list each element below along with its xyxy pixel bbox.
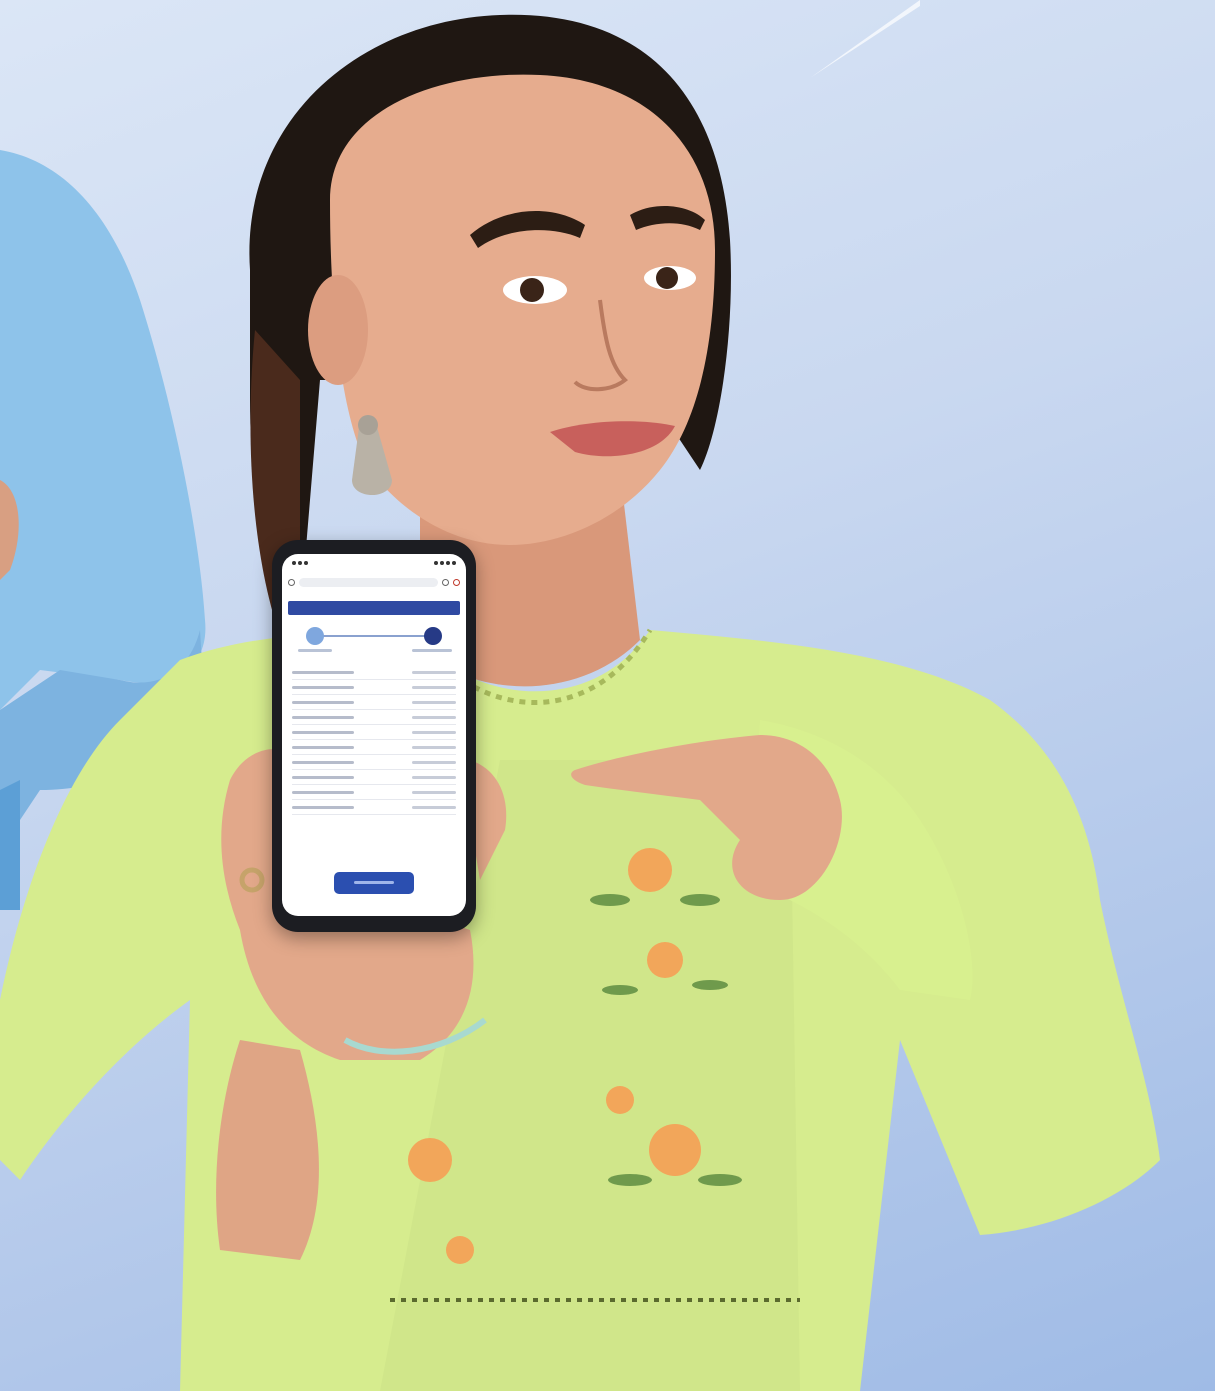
list-item [292,665,456,680]
signal-icon [292,561,308,565]
step-two-label [412,649,452,652]
list-item [292,710,456,725]
list-item [292,800,456,815]
step-one-icon [306,627,324,645]
phone-status-bar [282,554,466,570]
step-connector [316,635,432,637]
app-header-bar [288,601,460,615]
share-icon [442,579,449,586]
woman-figure [0,14,1160,1391]
phone-action-button [334,872,414,894]
smartphone [272,540,476,932]
progress-steps [296,621,452,661]
list-item [292,755,456,770]
list-item [292,740,456,755]
list-item [292,725,456,740]
phone-screen [282,554,466,916]
back-icon [288,579,295,586]
details-list [292,665,456,815]
url-field [299,578,438,587]
list-item [292,785,456,800]
menu-icon [453,579,460,586]
list-item [292,680,456,695]
scene [0,0,1215,1391]
list-item [292,770,456,785]
browser-url-bar [288,576,460,589]
step-two-icon [424,627,442,645]
step-one-label [298,649,332,652]
battery-icon [434,561,456,565]
list-item [292,695,456,710]
